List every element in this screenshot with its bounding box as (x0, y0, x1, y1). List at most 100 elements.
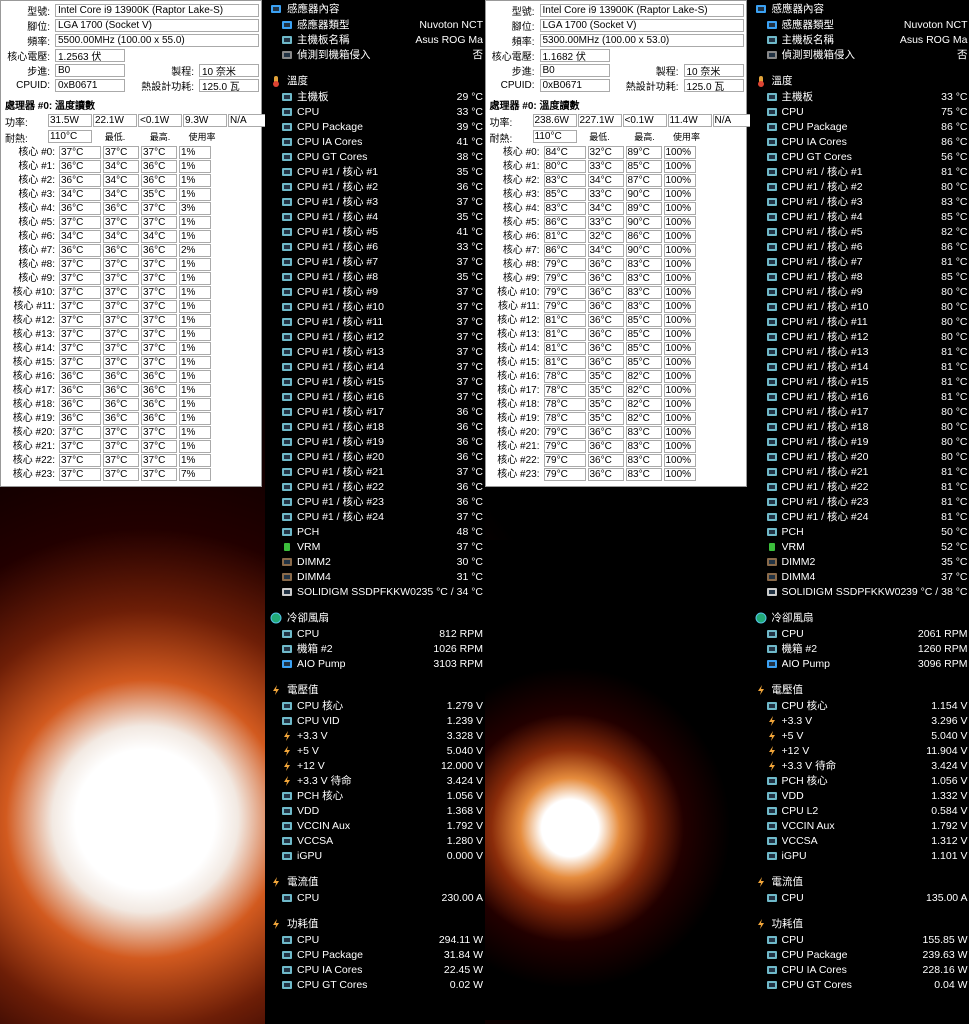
core-temp[interactable] (59, 230, 101, 243)
temp-row-32[interactable]: DIMM437 °C (750, 569, 969, 584)
temp-row-15[interactable]: CPU #1 / 核心 #1180 °C (750, 314, 969, 329)
core-high[interactable] (141, 356, 177, 369)
core-low[interactable] (588, 286, 624, 299)
sensor-type-row[interactable]: 感應器類型Nuvoton NCT (265, 17, 485, 32)
step-value[interactable] (540, 64, 610, 77)
core-usage[interactable] (664, 384, 696, 397)
volt-row-3[interactable]: +5 V5.040 V (265, 743, 485, 758)
core-low[interactable] (103, 468, 139, 481)
power-4[interactable] (228, 114, 266, 127)
core-high[interactable] (626, 300, 662, 313)
socket-value[interactable] (55, 19, 259, 32)
core-high[interactable] (141, 328, 177, 341)
temp-row-22[interactable]: CPU #1 / 核心 #1836 °C (265, 419, 485, 434)
volt-row-5[interactable]: PCH 核心1.056 V (750, 773, 969, 788)
power-3[interactable] (183, 114, 227, 127)
core-low[interactable] (103, 258, 139, 271)
core-usage[interactable] (664, 328, 696, 341)
temp-row-13[interactable]: CPU #1 / 核心 #937 °C (265, 284, 485, 299)
core-low[interactable] (103, 272, 139, 285)
core-usage[interactable] (179, 314, 211, 327)
core-high[interactable] (626, 370, 662, 383)
chassis-row[interactable]: 偵測到機箱侵入否 (265, 47, 485, 62)
temp-row-9[interactable]: CPU #1 / 核心 #541 °C (265, 224, 485, 239)
templimit-value[interactable] (533, 130, 577, 143)
temp-row-27[interactable]: CPU #1 / 核心 #2381 °C (750, 494, 969, 509)
core-low[interactable] (588, 370, 624, 383)
core-low[interactable] (103, 174, 139, 187)
temp-row-14[interactable]: CPU #1 / 核心 #1037 °C (265, 299, 485, 314)
core-temp[interactable] (59, 314, 101, 327)
core-low[interactable] (103, 314, 139, 327)
core-high[interactable] (626, 216, 662, 229)
core-high[interactable] (626, 384, 662, 397)
core-low[interactable] (588, 314, 624, 327)
temp-row-16[interactable]: CPU #1 / 核心 #1280 °C (750, 329, 969, 344)
cpuid-value[interactable] (55, 79, 125, 92)
temp-row-13[interactable]: CPU #1 / 核心 #980 °C (750, 284, 969, 299)
temp-row-30[interactable]: VRM52 °C (750, 539, 969, 554)
pow-row-0[interactable]: CPU294.11 W (265, 932, 485, 947)
core-low[interactable] (588, 174, 624, 187)
temp-row-8[interactable]: CPU #1 / 核心 #435 °C (265, 209, 485, 224)
core-usage[interactable] (179, 216, 211, 229)
core-temp[interactable] (59, 160, 101, 173)
volt-row-8[interactable]: VCCIN Aux1.792 V (265, 818, 485, 833)
volt-row-0[interactable]: CPU 核心1.279 V (265, 698, 485, 713)
temp-row-23[interactable]: CPU #1 / 核心 #1980 °C (750, 434, 969, 449)
core-low[interactable] (103, 300, 139, 313)
core-temp[interactable] (59, 342, 101, 355)
temp-row-0[interactable]: 主機板33 °C (750, 89, 969, 104)
temp-row-31[interactable]: DIMM230 °C (265, 554, 485, 569)
temp-row-12[interactable]: CPU #1 / 核心 #835 °C (265, 269, 485, 284)
core-high[interactable] (141, 258, 177, 271)
temp-row-7[interactable]: CPU #1 / 核心 #383 °C (750, 194, 969, 209)
core-temp[interactable] (59, 244, 101, 257)
core-temp[interactable] (59, 454, 101, 467)
temp-row-1[interactable]: CPU75 °C (750, 104, 969, 119)
core-high[interactable] (141, 384, 177, 397)
temp-row-31[interactable]: DIMM235 °C (750, 554, 969, 569)
core-usage[interactable] (664, 412, 696, 425)
core-usage[interactable] (179, 440, 211, 453)
temp-row-18[interactable]: CPU #1 / 核心 #1437 °C (265, 359, 485, 374)
volt-row-7[interactable]: CPU L20.584 V (750, 803, 969, 818)
core-low[interactable] (588, 160, 624, 173)
core-temp[interactable] (544, 202, 586, 215)
volt-row-6[interactable]: PCH 核心1.056 V (265, 788, 485, 803)
temp-row-26[interactable]: CPU #1 / 核心 #2236 °C (265, 479, 485, 494)
volt-row-5[interactable]: +3.3 V 待命3.424 V (265, 773, 485, 788)
core-usage[interactable] (664, 454, 696, 467)
pow-row-3[interactable]: CPU GT Cores0.04 W (750, 977, 969, 992)
core-low[interactable] (588, 384, 624, 397)
fan-row-1[interactable]: 機箱 #21260 RPM (750, 641, 969, 656)
temp-row-12[interactable]: CPU #1 / 核心 #885 °C (750, 269, 969, 284)
volt-row-10[interactable]: iGPU1.101 V (750, 848, 969, 863)
volt-row-8[interactable]: VCCIN Aux1.792 V (750, 818, 969, 833)
core-low[interactable] (103, 146, 139, 159)
core-high[interactable] (626, 328, 662, 341)
tdp-value[interactable] (199, 79, 259, 92)
core-temp[interactable] (59, 300, 101, 313)
core-low[interactable] (588, 188, 624, 201)
templimit-value[interactable] (48, 130, 92, 143)
core-usage[interactable] (179, 300, 211, 313)
core-temp[interactable] (544, 258, 586, 271)
temp-row-10[interactable]: CPU #1 / 核心 #686 °C (750, 239, 969, 254)
volt-row-9[interactable]: VCCSA1.280 V (265, 833, 485, 848)
core-temp[interactable] (59, 258, 101, 271)
core-temp[interactable] (59, 272, 101, 285)
core-high[interactable] (626, 174, 662, 187)
core-temp[interactable] (59, 216, 101, 229)
core-temp[interactable] (544, 146, 586, 159)
core-low[interactable] (103, 454, 139, 467)
core-temp[interactable] (59, 440, 101, 453)
temp-row-20[interactable]: CPU #1 / 核心 #1637 °C (265, 389, 485, 404)
core-high[interactable] (141, 202, 177, 215)
core-high[interactable] (626, 272, 662, 285)
core-low[interactable] (588, 440, 624, 453)
core-high[interactable] (626, 398, 662, 411)
core-low[interactable] (103, 426, 139, 439)
core-usage[interactable] (179, 356, 211, 369)
core-temp[interactable] (544, 230, 586, 243)
